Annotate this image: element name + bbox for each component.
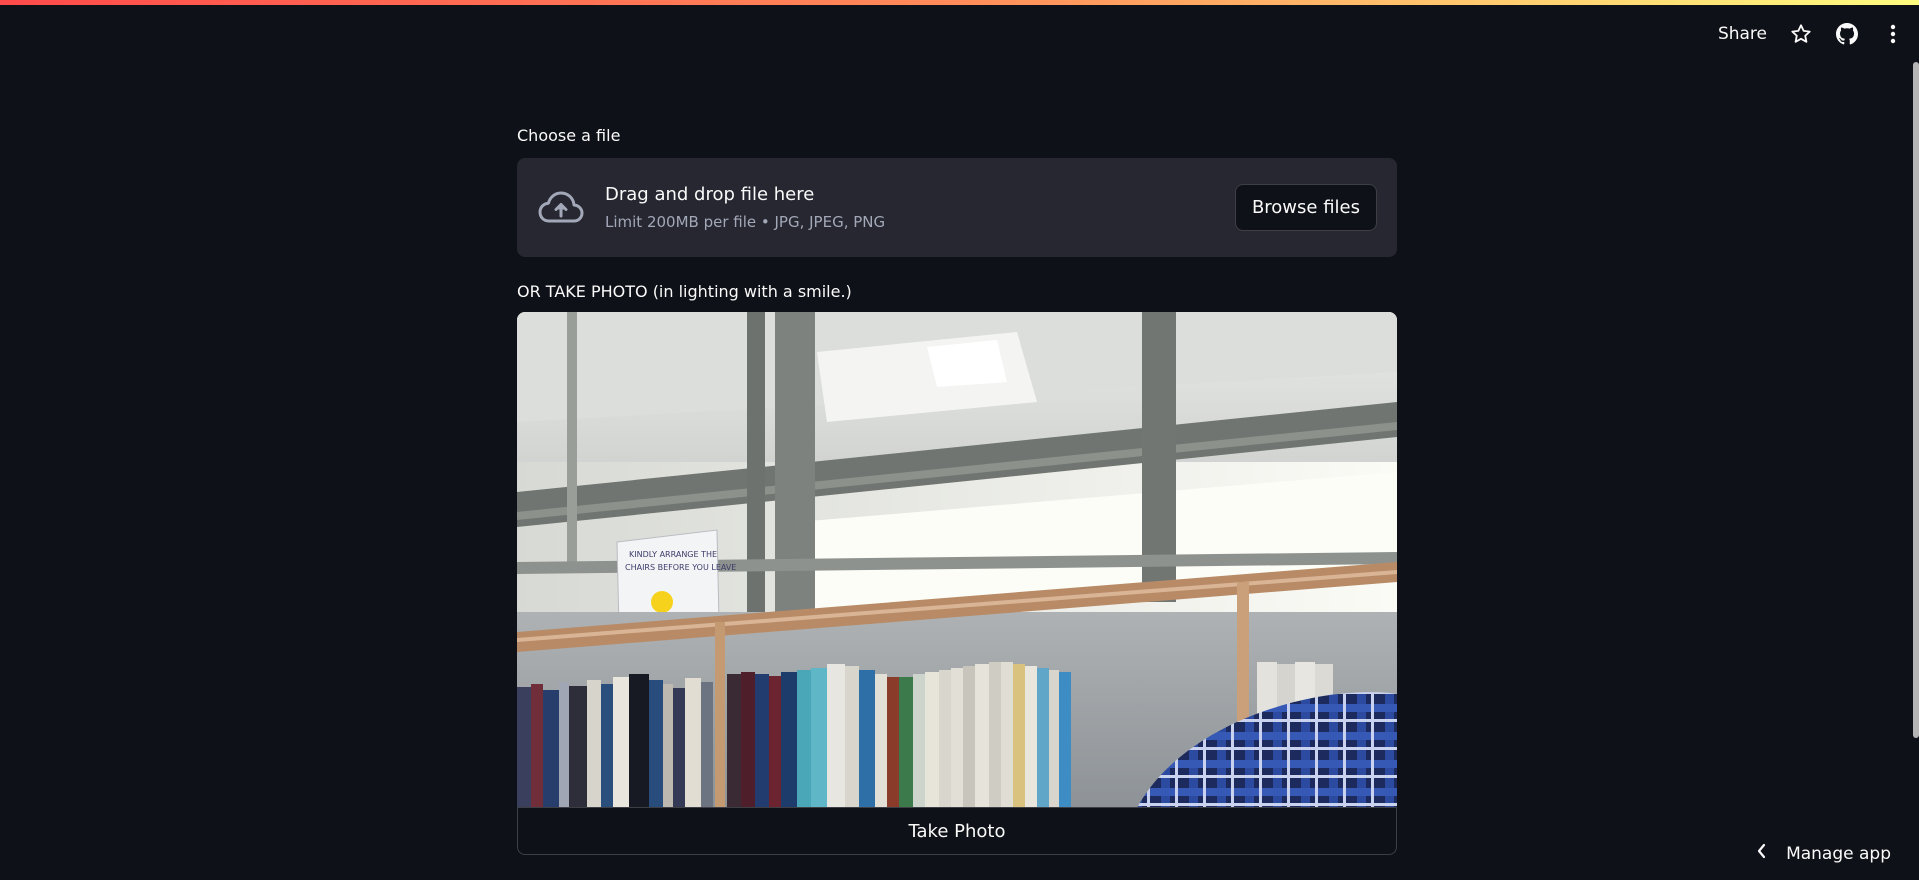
sign-text-line-2: CHAIRS BEFORE YOU LEAVE — [625, 563, 736, 572]
star-icon[interactable] — [1789, 22, 1813, 46]
dropzone-title: Drag and drop file here — [605, 184, 815, 205]
more-vertical-icon[interactable] — [1881, 22, 1905, 46]
file-uploader-label: Choose a file — [517, 126, 621, 145]
sign-text-line-1: KINDLY ARRANGE THE — [629, 550, 717, 559]
app-header: Share — [1718, 14, 1905, 54]
top-decoration-bar — [0, 0, 1919, 5]
dropzone-instructions: Drag and drop file here Limit 200MB per … — [605, 184, 1235, 231]
dropzone-limit: Limit 200MB per file • JPG, JPEG, PNG — [605, 213, 886, 231]
page-scrollbar[interactable] — [1913, 62, 1919, 738]
manage-app-label: Manage app — [1786, 843, 1891, 864]
take-photo-button[interactable]: Take Photo — [517, 807, 1397, 855]
chevron-left-icon — [1756, 843, 1768, 864]
share-button[interactable]: Share — [1718, 24, 1767, 44]
manage-app-button[interactable]: Manage app — [1756, 843, 1891, 864]
cloud-upload-icon — [537, 184, 585, 232]
github-icon[interactable] — [1835, 22, 1859, 46]
camera-input-label: OR TAKE PHOTO (in lighting with a smile.… — [517, 282, 852, 301]
browse-files-button[interactable]: Browse files — [1234, 184, 1377, 231]
camera-preview: KINDLY ARRANGE THE CHAIRS BEFORE YOU LEA… — [517, 312, 1397, 808]
file-dropzone[interactable]: Drag and drop file here Limit 200MB per … — [517, 158, 1397, 257]
